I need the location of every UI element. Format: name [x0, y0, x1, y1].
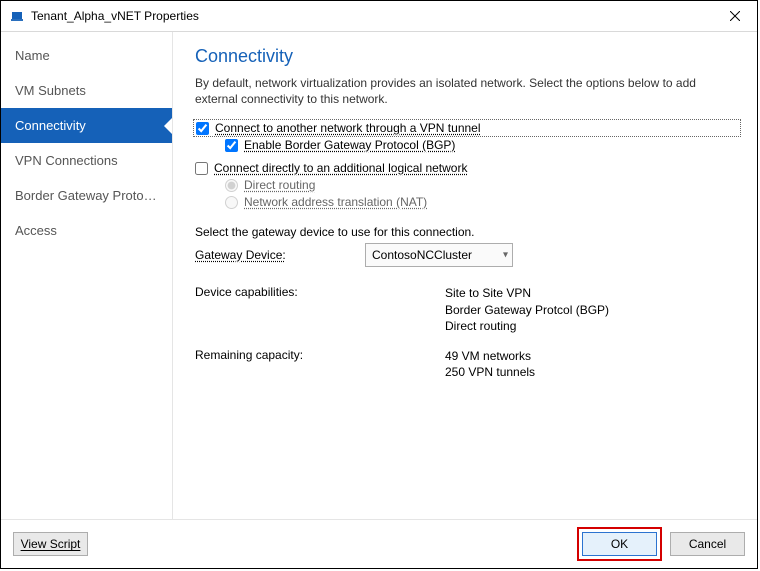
- capabilities-label: Device capabilities:: [195, 285, 445, 334]
- capabilities-row: Device capabilities: Site to Site VPN Bo…: [195, 285, 739, 334]
- vpn-tunnel-group: Connect to another network through a VPN…: [195, 119, 739, 154]
- direct-connect-checkbox[interactable]: [195, 162, 208, 175]
- bgp-label: Enable Border Gateway Protocol (BGP): [244, 138, 455, 152]
- sidebar-item-name[interactable]: Name: [1, 38, 172, 73]
- direct-routing-radio[interactable]: [225, 179, 238, 192]
- remaining-label: Remaining capacity:: [195, 348, 445, 380]
- gateway-value: ContosoNCCluster: [372, 248, 472, 262]
- remaining-value-1: 250 VPN tunnels: [445, 364, 535, 380]
- close-button[interactable]: [712, 1, 757, 31]
- vpn-tunnel-label: Connect to another network through a VPN…: [215, 121, 481, 135]
- capabilities-values: Site to Site VPN Border Gateway Protcol …: [445, 285, 609, 334]
- gateway-section: Select the gateway device to use for thi…: [195, 225, 739, 267]
- cancel-button[interactable]: Cancel: [670, 532, 745, 556]
- cap-value-0: Site to Site VPN: [445, 285, 609, 301]
- sidebar-item-bgp[interactable]: Border Gateway Protocol...: [1, 178, 172, 213]
- nat-row: Network address translation (NAT): [195, 194, 739, 211]
- vpn-tunnel-row: Connect to another network through a VPN…: [193, 119, 741, 137]
- window-title: Tenant_Alpha_vNET Properties: [31, 9, 712, 23]
- sidebar-item-vm-subnets[interactable]: VM Subnets: [1, 73, 172, 108]
- dialog-window: Tenant_Alpha_vNET Properties Name VM Sub…: [0, 0, 758, 569]
- gateway-select[interactable]: ContosoNCCluster ▾: [365, 243, 513, 267]
- close-icon: [730, 11, 740, 21]
- main-panel: Connectivity By default, network virtual…: [173, 32, 757, 519]
- gateway-prompt: Select the gateway device to use for thi…: [195, 225, 739, 239]
- remaining-value-0: 49 VM networks: [445, 348, 535, 364]
- chevron-down-icon: ▾: [503, 250, 508, 261]
- nat-radio[interactable]: [225, 196, 238, 209]
- page-description: By default, network virtualization provi…: [195, 75, 739, 107]
- sidebar-item-vpn-connections[interactable]: VPN Connections: [1, 143, 172, 178]
- app-icon: [9, 8, 25, 24]
- sidebar: Name VM Subnets Connectivity VPN Connect…: [1, 32, 173, 519]
- titlebar: Tenant_Alpha_vNET Properties: [1, 1, 757, 32]
- ok-highlight: OK: [577, 527, 662, 561]
- cap-value-1: Border Gateway Protcol (BGP): [445, 302, 609, 318]
- ok-button[interactable]: OK: [582, 532, 657, 556]
- bgp-row: Enable Border Gateway Protocol (BGP): [195, 137, 739, 154]
- gateway-label: Gateway Device:: [195, 248, 365, 262]
- remaining-values: 49 VM networks 250 VPN tunnels: [445, 348, 535, 380]
- cap-value-2: Direct routing: [445, 318, 609, 334]
- direct-routing-label: Direct routing: [244, 178, 315, 192]
- sidebar-item-access[interactable]: Access: [1, 213, 172, 248]
- footer: View Script OK Cancel: [1, 519, 757, 568]
- direct-connect-group: Connect directly to an additional logica…: [195, 160, 739, 211]
- sidebar-item-connectivity[interactable]: Connectivity: [1, 108, 172, 143]
- nat-label: Network address translation (NAT): [244, 195, 427, 209]
- body: Name VM Subnets Connectivity VPN Connect…: [1, 32, 757, 519]
- direct-connect-row: Connect directly to an additional logica…: [195, 160, 739, 177]
- capabilities-section: Device capabilities: Site to Site VPN Bo…: [195, 285, 739, 380]
- bgp-checkbox[interactable]: [225, 139, 238, 152]
- page-title: Connectivity: [195, 46, 739, 67]
- direct-routing-row: Direct routing: [195, 177, 739, 194]
- view-script-button[interactable]: View Script: [13, 532, 88, 556]
- remaining-row: Remaining capacity: 49 VM networks 250 V…: [195, 348, 739, 380]
- gateway-row: Gateway Device: ContosoNCCluster ▾: [195, 243, 739, 267]
- vpn-tunnel-checkbox[interactable]: [196, 122, 209, 135]
- direct-connect-label: Connect directly to an additional logica…: [214, 161, 467, 175]
